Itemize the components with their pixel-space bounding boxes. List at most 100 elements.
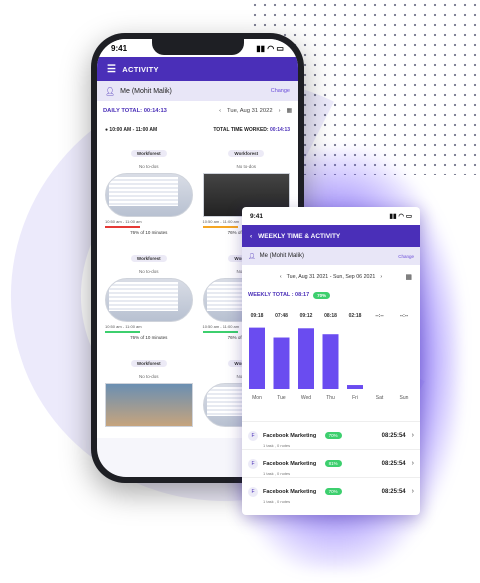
activity-name: Facebook Marketing — [263, 432, 317, 439]
weekly-title: WEEKLY TIME & ACTIVITY — [258, 232, 341, 240]
total-worked-value: 00:14:13 — [269, 127, 290, 133]
x-tick-label: Tue — [277, 395, 286, 401]
panel-change-link[interactable]: Change — [398, 254, 414, 259]
user-icon: 👤︎ — [105, 86, 116, 96]
daily-total-bar: DAILY TOTAL: 00:14:13 ‹ Tue, Aug 31 2022… — [97, 101, 298, 121]
panel-status-bar: 9:41 ▮▮ ◠ ▭ — [242, 207, 420, 225]
activity-badge: 70% — [324, 431, 342, 439]
activity-badge: 81% — [324, 459, 342, 467]
screenshot-thumbnail[interactable] — [105, 278, 193, 322]
bar-value-label: 09:18 — [251, 313, 264, 319]
activity-row[interactable]: F Facebook Marketing 81% 1 task , 0 note… — [242, 449, 420, 477]
activity-row[interactable]: F Facebook Marketing 70% 1 task , 0 note… — [242, 477, 420, 505]
chart-bar[interactable] — [249, 327, 265, 389]
card-range: 10:50 am - 11:00 am — [105, 324, 142, 329]
chart-bar[interactable] — [322, 334, 339, 389]
activity-sub: 1 task , 0 notes — [263, 442, 291, 448]
x-tick-label: Sun — [400, 395, 409, 401]
panel-status-time: 9:41 — [250, 212, 264, 220]
card-percent: 76% of 10 minutes — [130, 335, 168, 340]
x-tick-label: Mon — [252, 395, 262, 401]
chevron-right-icon[interactable]: › — [412, 488, 414, 495]
current-date: Tue, Aug 31 2022 — [227, 108, 273, 114]
marketing-stage: 9:41 ▮▮ ◠ ▭ ☰ ACTIVITY 👤︎ Me (Mohit Mali… — [0, 0, 480, 583]
panel-user-icon: 👤︎ — [248, 253, 256, 260]
activity-time: 08:25:54 — [381, 460, 406, 467]
phone-notch — [151, 39, 244, 55]
activity-header: ☰ ACTIVITY — [97, 57, 298, 81]
signal-icon: ▮▮ ◠ ▭ — [256, 43, 284, 53]
chart-bar[interactable] — [298, 328, 314, 389]
activity-info: Facebook Marketing 70% 1 task , 0 notes — [263, 480, 342, 504]
activity-bar — [105, 226, 140, 228]
activity-bar — [203, 429, 238, 431]
bar-value-label: --:-- — [400, 313, 409, 319]
activity-name: Facebook Marketing — [263, 488, 317, 495]
daily-total: DAILY TOTAL: 00:14:13 — [103, 108, 167, 114]
activity-sub: 1 task , 0 notes — [263, 498, 291, 504]
calendar-icon[interactable]: ▦ — [287, 108, 292, 114]
bar-value-label: --:-- — [375, 313, 384, 319]
screenshot-card[interactable]: Workforest No to-dos 10:50 am - 11:00 am… — [103, 139, 195, 238]
todo-text: No to-dos — [138, 269, 159, 274]
activity-badge: 70% — [324, 487, 342, 495]
activity-bar — [105, 429, 140, 431]
app-pill: Workforest — [130, 150, 167, 157]
screenshot-thumbnail[interactable] — [105, 173, 193, 217]
prev-week-icon[interactable]: ‹ — [280, 274, 282, 280]
panel-user-selector[interactable]: 👤︎ Me (Mohit Malik) Change — [242, 247, 420, 265]
bar-value-label: 09:12 — [300, 313, 313, 319]
change-user-link[interactable]: Change — [271, 88, 290, 94]
total-worked-label: TOTAL TIME WORKED: — [213, 127, 269, 133]
back-icon[interactable]: ‹ — [250, 233, 252, 240]
bar-value-label: 08:18 — [324, 313, 337, 319]
activity-bar — [202, 331, 238, 333]
time-slot: ● 10:00 AM - 11:00 AM — [105, 127, 158, 133]
card-percent: 76% of 10 minutes — [130, 230, 168, 235]
user-selector[interactable]: 👤︎ Me (Mohit Malik) Change — [97, 81, 298, 101]
activity-bar — [202, 226, 238, 228]
time-slot-label: 10:00 AM - 11:00 AM — [109, 127, 158, 133]
activity-info: Facebook Marketing 70% 1 task , 0 notes — [263, 424, 342, 448]
app-pill: Workforest — [130, 255, 167, 262]
activity-info: Facebook Marketing 81% 1 task , 0 notes — [263, 452, 342, 476]
chevron-right-icon[interactable]: › — [412, 432, 414, 439]
project-icon: F — [248, 430, 258, 441]
x-tick-label: Thu — [326, 395, 335, 401]
weekly-panel: 9:41 ▮▮ ◠ ▭ ‹ WEEKLY TIME & ACTIVITY 👤︎ … — [242, 207, 420, 515]
weekly-total: WEEKLY TOTAL : 08:17 — [248, 292, 310, 298]
activity-list: F Facebook Marketing 70% 1 task , 0 note… — [242, 421, 420, 505]
activity-time: 08:25:54 — [381, 432, 406, 439]
weekly-total-row: WEEKLY TOTAL : 08:17 70% — [242, 289, 420, 301]
page-title: ACTIVITY — [122, 64, 159, 74]
activity-name: Facebook Marketing — [263, 460, 317, 467]
x-tick-label: Fri — [352, 395, 358, 401]
weekly-chart-svg: 09:18 Mon 07:48 Tue 09:12 Wed 08:18 Thu 02:18 Fri… — [249, 313, 409, 401]
activity-time: 08:25:54 — [381, 488, 406, 495]
bar-value-label: 02:18 — [349, 313, 362, 319]
next-day-icon[interactable]: › — [279, 108, 281, 114]
week-navigator: ‹ Tue, Aug 31 2021 - Sun, Sep 06 2021 › … — [242, 265, 420, 289]
week-range: Tue, Aug 31 2021 - Sun, Sep 06 2021 — [286, 274, 376, 280]
screenshot-card[interactable]: Workforest No to-dos 10:50 am - 11:00 am… — [103, 244, 195, 343]
app-pill: Workforest — [228, 150, 265, 157]
x-tick-label: Wed — [301, 395, 311, 401]
next-week-icon[interactable]: › — [380, 274, 382, 280]
menu-icon[interactable]: ☰ — [107, 64, 116, 75]
screenshot-thumbnail[interactable] — [105, 383, 193, 427]
chart-bar[interactable] — [347, 385, 363, 389]
panel-user-name: Me (Mohit Malik) — [259, 253, 304, 259]
prev-day-icon[interactable]: ‹ — [219, 108, 221, 114]
panel-calendar-icon[interactable]: ▦ — [405, 273, 412, 281]
screenshot-card[interactable]: Workforest No to-dos — [103, 349, 195, 436]
chevron-right-icon[interactable]: › — [412, 460, 414, 467]
activity-bar — [105, 331, 140, 333]
card-range: 10:50 am - 11:00 am — [105, 219, 142, 224]
chart-bar[interactable] — [273, 337, 290, 389]
todo-text: No to-dos — [236, 164, 256, 169]
bar-value-label: 07:48 — [275, 313, 288, 319]
weekly-header: ‹ WEEKLY TIME & ACTIVITY — [242, 225, 420, 247]
total-worked: TOTAL TIME WORKED: 00:14:13 — [213, 127, 290, 133]
activity-row[interactable]: F Facebook Marketing 70% 1 task , 0 note… — [242, 421, 420, 449]
app-pill: Workforest — [130, 360, 167, 367]
